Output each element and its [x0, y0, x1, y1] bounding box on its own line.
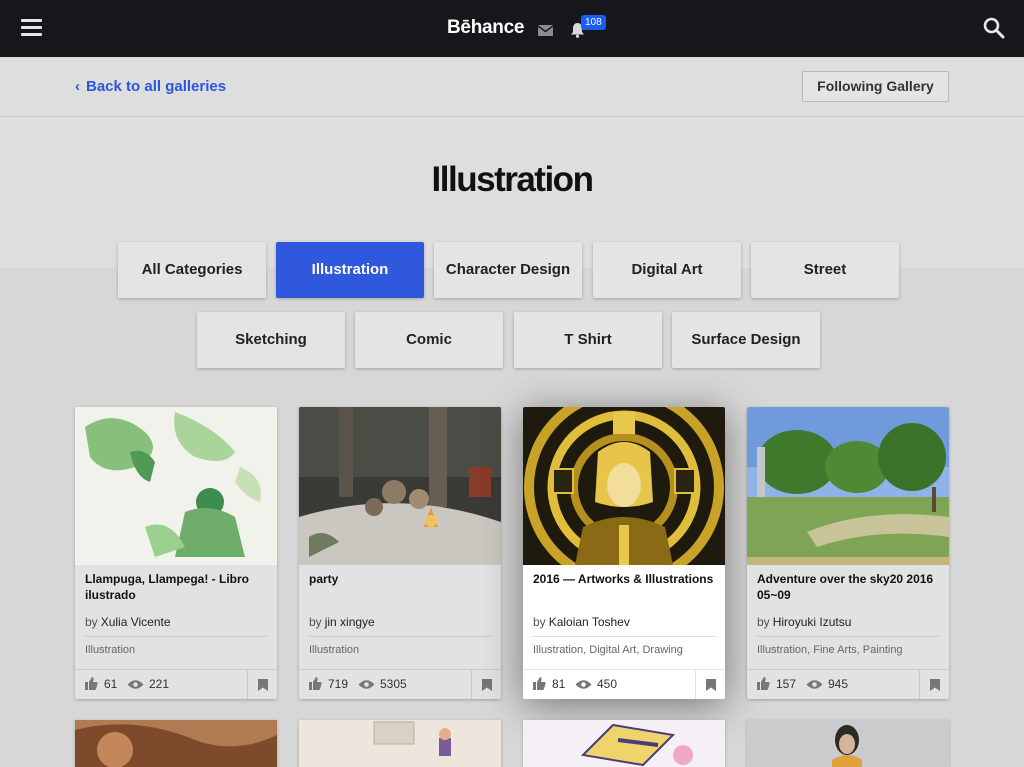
view-count: 5305 — [380, 677, 407, 691]
search-icon[interactable] — [983, 17, 1005, 39]
project-field[interactable]: Drawing — [642, 644, 682, 656]
bookmark-icon — [706, 679, 716, 691]
project-thumbnail[interactable] — [747, 407, 949, 565]
view-count: 450 — [597, 677, 618, 691]
eye-icon — [806, 680, 823, 689]
project-thumbnail[interactable] — [747, 720, 949, 767]
appreciation-count: 61 — [104, 677, 118, 691]
save-button[interactable] — [247, 670, 277, 699]
bookmark-icon — [258, 679, 268, 691]
by-label: by — [757, 615, 770, 629]
appreciation-count: 719 — [328, 677, 349, 691]
category-digital-art[interactable]: Digital Art — [593, 242, 741, 298]
project-fields: Illustration, Fine Arts, Painting — [757, 644, 903, 656]
card-divider — [85, 636, 267, 637]
by-label: by — [309, 615, 322, 629]
card-divider — [309, 636, 491, 637]
save-button[interactable] — [471, 670, 501, 699]
appreciation-count: 81 — [552, 677, 566, 691]
eye-icon — [358, 680, 375, 689]
page-title: Illustration — [431, 160, 594, 199]
category-illustration[interactable]: Illustration — [276, 242, 424, 298]
eye-icon — [575, 680, 592, 689]
project-thumbnail[interactable] — [523, 407, 725, 565]
thumbs-up-icon — [309, 677, 322, 690]
category-surface-design[interactable]: Surface Design — [672, 312, 820, 368]
project-field[interactable]: Painting — [863, 644, 903, 656]
eye-icon — [127, 680, 144, 689]
bookmark-icon — [930, 679, 940, 691]
project-title[interactable]: Adventure over the sky20 2016 05~09 — [757, 571, 942, 603]
back-link-label: Back to all galleries — [86, 78, 227, 95]
project-owner-line: by jin xingye — [309, 615, 375, 629]
project-owner[interactable]: Xulia Vicente — [101, 615, 171, 629]
project-stats: 61 221 — [75, 669, 277, 699]
thumbs-up-icon — [533, 677, 546, 690]
top-bar: Bēhance 108 — [0, 0, 1024, 57]
project-thumbnail[interactable] — [299, 407, 501, 565]
notification-badge[interactable]: 108 — [581, 15, 606, 30]
project-thumbnail[interactable] — [523, 720, 725, 767]
back-to-galleries-link[interactable]: ‹ Back to all galleries — [75, 78, 226, 95]
project-title[interactable]: 2016 — Artworks & Illustrations — [533, 571, 718, 587]
project-fields: Illustration, Digital Art, Drawing — [533, 644, 683, 656]
project-card[interactable]: 2016 — Artworks & Illustrations by Kaloia… — [523, 407, 725, 699]
category-street[interactable]: Street — [751, 242, 899, 298]
project-stats: 81 450 — [523, 669, 725, 699]
header-divider — [0, 116, 1024, 117]
project-thumbnail[interactable] — [75, 720, 277, 767]
category-character-design[interactable]: Character Design — [434, 242, 582, 298]
project-field[interactable]: Digital Art — [589, 644, 636, 656]
project-thumbnail[interactable] — [299, 720, 501, 767]
save-button[interactable] — [919, 670, 949, 699]
project-owner-line: by Xulia Vicente — [85, 615, 171, 629]
project-card[interactable]: party by jin xingye Illustration 719 5305 — [299, 407, 501, 699]
save-button[interactable] — [695, 670, 725, 699]
project-stats: 157 945 — [747, 669, 949, 699]
thumbs-up-icon — [757, 677, 770, 690]
project-thumbnail[interactable] — [75, 407, 277, 565]
brand-logo[interactable]: Bēhance — [447, 17, 524, 39]
mail-icon[interactable] — [538, 25, 553, 36]
project-title[interactable]: party — [309, 571, 494, 587]
category-sketching[interactable]: Sketching — [197, 312, 345, 368]
project-fields: Illustration — [309, 644, 359, 656]
menu-icon[interactable] — [21, 19, 42, 37]
appreciation-count: 157 — [776, 677, 797, 691]
thumbs-up-icon — [85, 677, 98, 690]
project-owner-line: by Kaloian Toshev — [533, 615, 630, 629]
following-gallery-button[interactable]: Following Gallery — [802, 71, 949, 102]
project-card[interactable]: Adventure over the sky20 2016 05~09 by Hi… — [747, 407, 949, 699]
by-label: by — [85, 615, 98, 629]
project-owner-line: by Hiroyuki Izutsu — [757, 615, 851, 629]
project-field[interactable]: Fine Arts — [813, 644, 856, 656]
category-comic[interactable]: Comic — [355, 312, 503, 368]
project-fields: Illustration — [85, 644, 135, 656]
project-field[interactable]: Illustration — [533, 644, 583, 656]
project-title[interactable]: Llampuga, Llampega! - Libro ilustrado — [85, 571, 270, 603]
view-count: 945 — [828, 677, 849, 691]
project-owner[interactable]: Hiroyuki Izutsu — [773, 615, 852, 629]
project-owner[interactable]: jin xingye — [325, 615, 375, 629]
category-all[interactable]: All Categories — [118, 242, 266, 298]
project-field[interactable]: Illustration — [85, 644, 135, 656]
card-divider — [533, 636, 715, 637]
project-field[interactable]: Illustration — [757, 644, 807, 656]
project-field[interactable]: Illustration — [309, 644, 359, 656]
project-owner[interactable]: Kaloian Toshev — [549, 615, 630, 629]
card-divider — [757, 636, 939, 637]
chevron-left-icon: ‹ — [75, 78, 80, 95]
project-stats: 719 5305 — [299, 669, 501, 699]
bookmark-icon — [482, 679, 492, 691]
by-label: by — [533, 615, 546, 629]
view-count: 221 — [149, 677, 170, 691]
project-card[interactable]: Llampuga, Llampega! - Libro ilustrado by… — [75, 407, 277, 699]
category-t-shirt[interactable]: T Shirt — [514, 312, 662, 368]
